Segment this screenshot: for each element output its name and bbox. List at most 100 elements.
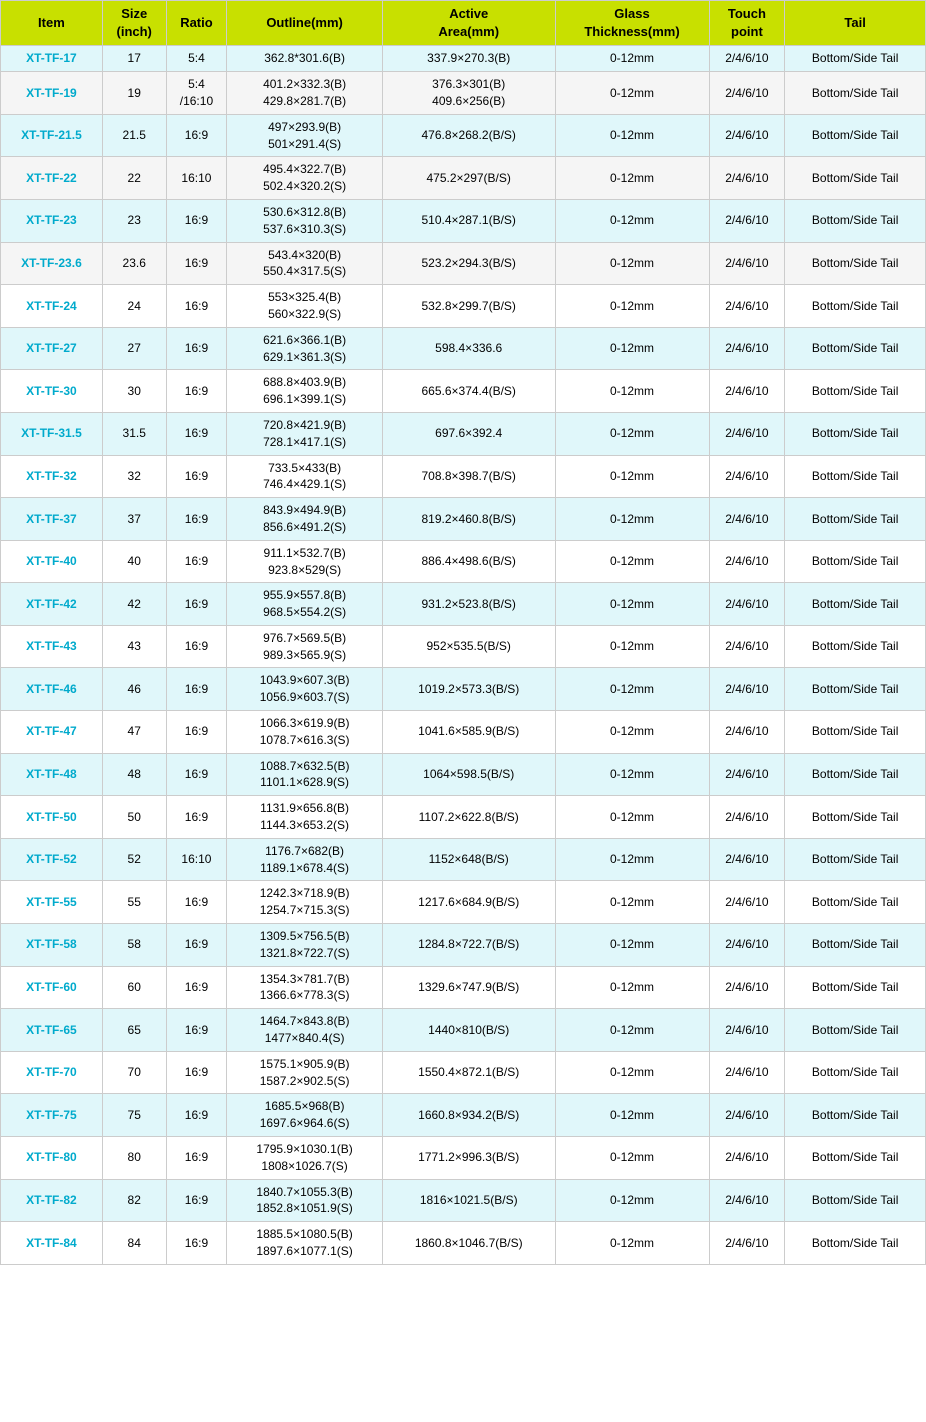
- item-cell: XT-TF-65: [1, 1009, 103, 1052]
- data-cell: 1176.7×682(B)1189.1×678.4(S): [227, 838, 383, 881]
- data-cell: 22: [102, 157, 166, 200]
- data-cell: 1088.7×632.5(B)1101.1×628.9(S): [227, 753, 383, 796]
- data-cell: 16:9: [166, 242, 227, 285]
- data-cell: 0-12mm: [555, 924, 709, 967]
- table-row: XT-TF-404016:9911.1×532.7(B)923.8×529(S)…: [1, 540, 926, 583]
- data-cell: 0-12mm: [555, 881, 709, 924]
- item-cell: XT-TF-47: [1, 711, 103, 754]
- table-row: XT-TF-242416:9553×325.4(B)560×322.9(S)53…: [1, 285, 926, 328]
- data-cell: 2/4/6/10: [709, 285, 785, 328]
- data-cell: Bottom/Side Tail: [785, 327, 926, 370]
- data-cell: 1464.7×843.8(B)1477×840.4(S): [227, 1009, 383, 1052]
- data-cell: 0-12mm: [555, 285, 709, 328]
- data-cell: 16:9: [166, 455, 227, 498]
- data-cell: 55: [102, 881, 166, 924]
- data-cell: 0-12mm: [555, 157, 709, 200]
- data-cell: 1066.3×619.9(B)1078.7×616.3(S): [227, 711, 383, 754]
- item-cell: XT-TF-50: [1, 796, 103, 839]
- data-cell: Bottom/Side Tail: [785, 1137, 926, 1180]
- table-row: XT-TF-23.623.616:9543.4×320(B)550.4×317.…: [1, 242, 926, 285]
- table-row: XT-TF-222216:10495.4×322.7(B)502.4×320.2…: [1, 157, 926, 200]
- data-cell: 1354.3×781.7(B)1366.6×778.3(S): [227, 966, 383, 1009]
- col-touch-point: Touchpoint: [709, 1, 785, 46]
- data-cell: Bottom/Side Tail: [785, 157, 926, 200]
- data-cell: 1575.1×905.9(B)1587.2×902.5(S): [227, 1051, 383, 1094]
- data-cell: 1043.9×607.3(B)1056.9×603.7(S): [227, 668, 383, 711]
- item-cell: XT-TF-42: [1, 583, 103, 626]
- data-cell: 2/4/6/10: [709, 199, 785, 242]
- data-cell: 16:9: [166, 668, 227, 711]
- data-cell: 0-12mm: [555, 668, 709, 711]
- table-row: XT-TF-474716:91066.3×619.9(B)1078.7×616.…: [1, 711, 926, 754]
- data-cell: 24: [102, 285, 166, 328]
- data-cell: 0-12mm: [555, 327, 709, 370]
- data-cell: Bottom/Side Tail: [785, 72, 926, 115]
- item-cell: XT-TF-46: [1, 668, 103, 711]
- data-cell: 2/4/6/10: [709, 327, 785, 370]
- data-cell: 2/4/6/10: [709, 1179, 785, 1222]
- data-cell: 0-12mm: [555, 46, 709, 72]
- item-cell: XT-TF-82: [1, 1179, 103, 1222]
- data-cell: Bottom/Side Tail: [785, 46, 926, 72]
- data-cell: 2/4/6/10: [709, 1094, 785, 1137]
- table-row: XT-TF-31.531.516:9720.8×421.9(B)728.1×41…: [1, 412, 926, 455]
- data-cell: 0-12mm: [555, 412, 709, 455]
- data-cell: 843.9×494.9(B)856.6×491.2(S): [227, 498, 383, 541]
- table-row: XT-TF-555516:91242.3×718.9(B)1254.7×715.…: [1, 881, 926, 924]
- data-cell: 58: [102, 924, 166, 967]
- col-active-area: ActiveArea(mm): [382, 1, 555, 46]
- data-cell: 0-12mm: [555, 753, 709, 796]
- table-row: XT-TF-424216:9955.9×557.8(B)968.5×554.2(…: [1, 583, 926, 626]
- data-cell: 476.8×268.2(B/S): [382, 114, 555, 157]
- item-cell: XT-TF-55: [1, 881, 103, 924]
- data-cell: 952×535.5(B/S): [382, 625, 555, 668]
- data-cell: 19: [102, 72, 166, 115]
- table-row: XT-TF-808016:91795.9×1030.1(B)1808×1026.…: [1, 1137, 926, 1180]
- data-cell: 0-12mm: [555, 711, 709, 754]
- data-cell: 1440×810(B/S): [382, 1009, 555, 1052]
- data-cell: 16:10: [166, 838, 227, 881]
- data-cell: 2/4/6/10: [709, 838, 785, 881]
- data-cell: 16:9: [166, 753, 227, 796]
- data-cell: 401.2×332.3(B)429.8×281.7(B): [227, 72, 383, 115]
- item-cell: XT-TF-52: [1, 838, 103, 881]
- data-cell: Bottom/Side Tail: [785, 1009, 926, 1052]
- table-row: XT-TF-848416:91885.5×1080.5(B)1897.6×107…: [1, 1222, 926, 1265]
- data-cell: 2/4/6/10: [709, 114, 785, 157]
- data-cell: 70: [102, 1051, 166, 1094]
- data-cell: 0-12mm: [555, 1137, 709, 1180]
- data-cell: 23.6: [102, 242, 166, 285]
- data-cell: 0-12mm: [555, 1094, 709, 1137]
- item-cell: XT-TF-40: [1, 540, 103, 583]
- data-cell: 2/4/6/10: [709, 881, 785, 924]
- product-table: Item Size(inch) Ratio Outline(mm) Active…: [0, 0, 926, 1265]
- data-cell: 16:9: [166, 881, 227, 924]
- data-cell: 0-12mm: [555, 242, 709, 285]
- data-cell: Bottom/Side Tail: [785, 199, 926, 242]
- data-cell: Bottom/Side Tail: [785, 753, 926, 796]
- data-cell: Bottom/Side Tail: [785, 924, 926, 967]
- data-cell: 1816×1021.5(B/S): [382, 1179, 555, 1222]
- data-cell: Bottom/Side Tail: [785, 583, 926, 626]
- table-row: XT-TF-464616:91043.9×607.3(B)1056.9×603.…: [1, 668, 926, 711]
- data-cell: 1217.6×684.9(B/S): [382, 881, 555, 924]
- item-cell: XT-TF-60: [1, 966, 103, 1009]
- data-cell: 2/4/6/10: [709, 1009, 785, 1052]
- data-cell: 1309.5×756.5(B)1321.8×722.7(S): [227, 924, 383, 967]
- data-cell: Bottom/Side Tail: [785, 1094, 926, 1137]
- data-cell: 46: [102, 668, 166, 711]
- data-cell: 819.2×460.8(B/S): [382, 498, 555, 541]
- data-cell: 50: [102, 796, 166, 839]
- table-row: XT-TF-656516:91464.7×843.8(B)1477×840.4(…: [1, 1009, 926, 1052]
- data-cell: 2/4/6/10: [709, 412, 785, 455]
- data-cell: 16:9: [166, 796, 227, 839]
- data-cell: 495.4×322.7(B)502.4×320.2(S): [227, 157, 383, 200]
- data-cell: 43: [102, 625, 166, 668]
- data-cell: Bottom/Side Tail: [785, 1051, 926, 1094]
- data-cell: 2/4/6/10: [709, 498, 785, 541]
- data-cell: 23: [102, 199, 166, 242]
- data-cell: 2/4/6/10: [709, 46, 785, 72]
- table-row: XT-TF-21.521.516:9497×293.9(B)501×291.4(…: [1, 114, 926, 157]
- table-row: XT-TF-373716:9843.9×494.9(B)856.6×491.2(…: [1, 498, 926, 541]
- data-cell: 1860.8×1046.7(B/S): [382, 1222, 555, 1265]
